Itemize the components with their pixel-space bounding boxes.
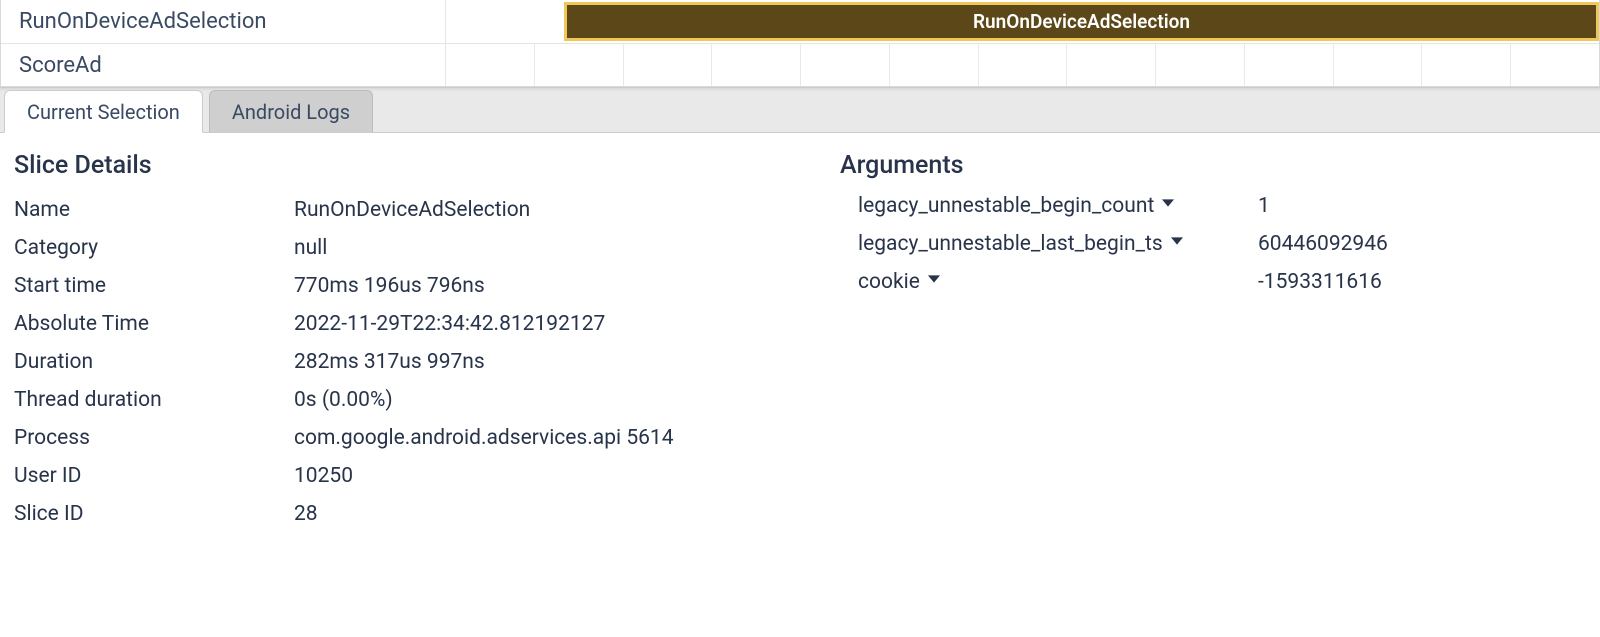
slice-arguments: Arguments legacy_unnestable_begin_count …: [840, 151, 1586, 526]
details-tabstrip: Current Selection Android Logs: [0, 87, 1600, 133]
arguments-heading: Arguments: [840, 151, 1586, 180]
detail-val-thread-duration: 0s (0.00%): [294, 388, 760, 412]
track-canvas[interactable]: RunOnDeviceAdSelection: [446, 0, 1599, 43]
detail-key-duration: Duration: [14, 350, 294, 374]
detail-val-process: com.google.android.adservices.api 5614: [294, 426, 760, 450]
grid-lines: [446, 44, 1599, 86]
trace-slice-label: RunOnDeviceAdSelection: [973, 10, 1190, 33]
detail-val-category: null: [294, 236, 760, 260]
track-label[interactable]: ScoreAd: [1, 44, 446, 86]
detail-key-slice-id: Slice ID: [14, 502, 294, 526]
detail-val-user-id: 10250: [294, 464, 760, 488]
detail-key-thread-duration: Thread duration: [14, 388, 294, 412]
detail-val-name: RunOnDeviceAdSelection: [294, 198, 760, 222]
tab-label: Current Selection: [27, 100, 180, 124]
track-row-runondeviceadselection: RunOnDeviceAdSelection RunOnDeviceAdSele…: [1, 0, 1599, 43]
arguments-table: legacy_unnestable_begin_count 1 legacy_u…: [858, 194, 1586, 294]
detail-val-absolute-time: 2022-11-29T22:34:42.812192127: [294, 312, 760, 336]
slice-details-panel: Slice Details Name RunOnDeviceAdSelectio…: [0, 133, 1600, 556]
detail-key-start-time: Start time: [14, 274, 294, 298]
detail-key-absolute-time: Absolute Time: [14, 312, 294, 336]
chevron-down-icon: [1171, 237, 1185, 251]
slice-details-left: Slice Details Name RunOnDeviceAdSelectio…: [14, 151, 760, 526]
track-canvas[interactable]: [446, 44, 1599, 86]
track-label-text: RunOnDeviceAdSelection: [19, 9, 267, 34]
arg-key-text: legacy_unnestable_last_begin_ts: [858, 232, 1163, 256]
tab-android-logs[interactable]: Android Logs: [209, 90, 373, 133]
arg-key-text: legacy_unnestable_begin_count: [858, 194, 1154, 218]
detail-val-duration: 282ms 317us 997ns: [294, 350, 760, 374]
trace-slice-runondeviceadselection[interactable]: RunOnDeviceAdSelection: [564, 2, 1599, 41]
chevron-down-icon: [1162, 199, 1176, 213]
slice-details-heading: Slice Details: [14, 151, 760, 180]
arg-val-cookie: -1593311616: [1258, 270, 1586, 294]
arg-key-cookie[interactable]: cookie: [858, 270, 1258, 294]
detail-key-name: Name: [14, 198, 294, 222]
arg-key-legacy-begin-count[interactable]: legacy_unnestable_begin_count: [858, 194, 1258, 218]
detail-val-slice-id: 28: [294, 502, 760, 526]
arg-val-legacy-last-begin-ts: 60446092946: [1258, 232, 1586, 256]
arg-key-legacy-last-begin-ts[interactable]: legacy_unnestable_last_begin_ts: [858, 232, 1258, 256]
track-row-scoread: ScoreAd: [1, 43, 1599, 86]
detail-val-start-time: 770ms 196us 796ns: [294, 274, 760, 298]
detail-key-process: Process: [14, 426, 294, 450]
detail-key-category: Category: [14, 236, 294, 260]
track-label-text: ScoreAd: [19, 53, 102, 78]
arg-val-legacy-begin-count: 1: [1258, 194, 1586, 218]
chevron-down-icon: [928, 275, 942, 289]
arg-key-text: cookie: [858, 270, 920, 294]
trace-tracks: RunOnDeviceAdSelection RunOnDeviceAdSele…: [0, 0, 1600, 87]
detail-key-user-id: User ID: [14, 464, 294, 488]
slice-details-table: Name RunOnDeviceAdSelection Category nul…: [14, 198, 760, 526]
tab-label: Android Logs: [232, 100, 350, 124]
tab-current-selection[interactable]: Current Selection: [4, 90, 203, 133]
track-label[interactable]: RunOnDeviceAdSelection: [1, 0, 446, 43]
